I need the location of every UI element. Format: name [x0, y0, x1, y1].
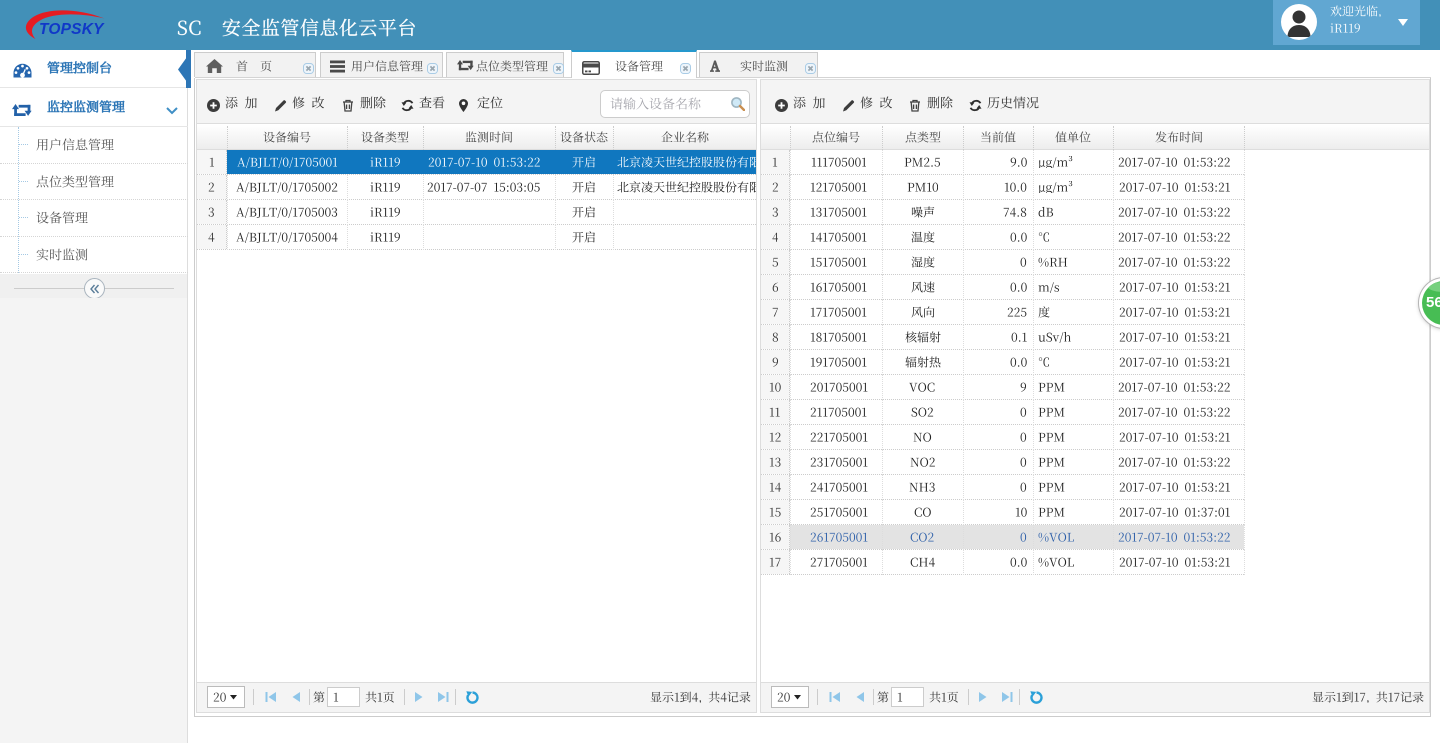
svg-text:56: 56 [1426, 294, 1440, 311]
